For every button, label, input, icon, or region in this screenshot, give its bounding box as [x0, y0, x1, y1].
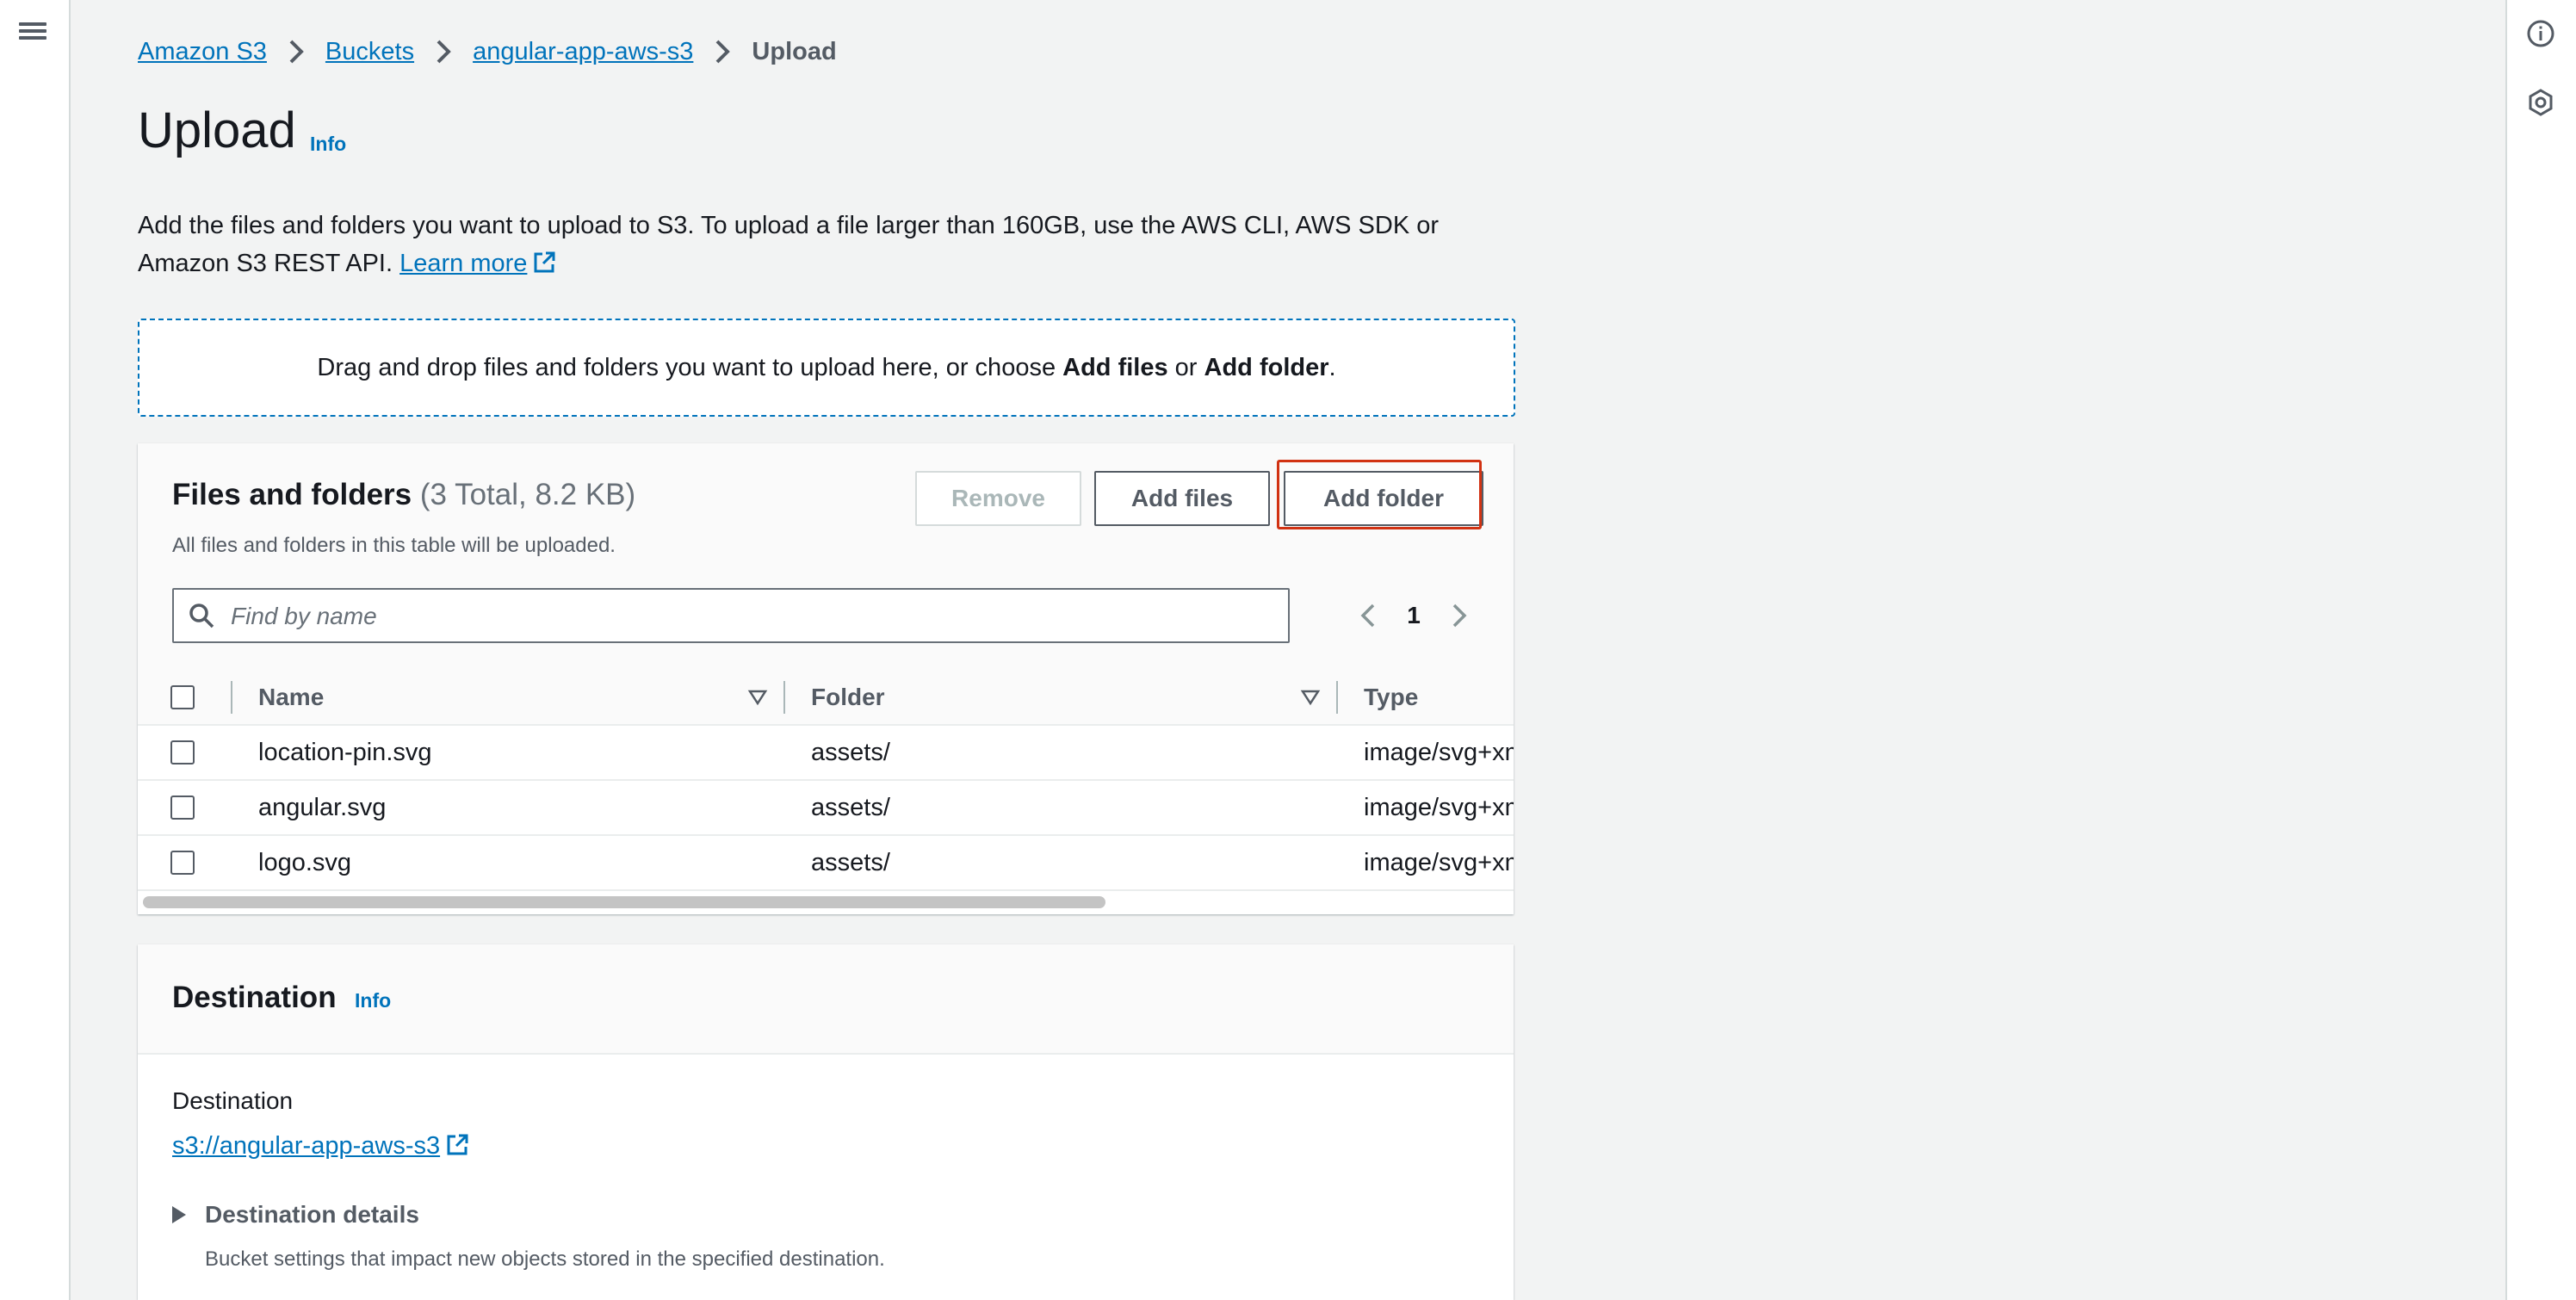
add-files-button[interactable]: Add files: [1094, 471, 1270, 526]
title-info-link[interactable]: Info: [310, 133, 346, 156]
chevron-left-icon[interactable]: [1350, 597, 1388, 635]
row-type: image/svg+xml: [1364, 848, 1514, 876]
destination-label: Destination: [172, 1087, 294, 1114]
files-panel-header: Files and folders (3 Total, 8.2 KB) All …: [138, 443, 1514, 672]
row-type: image/svg+xml: [1364, 738, 1514, 766]
learn-more-link[interactable]: Learn more: [399, 250, 556, 277]
learn-more-label: Learn more: [399, 250, 528, 277]
files-panel-description: All files and folders in this table will…: [172, 534, 616, 557]
table-row: angular.svg assets/ image/svg+xml: [138, 781, 1514, 836]
destination-link[interactable]: s3://angular-app-aws-s3: [172, 1132, 469, 1161]
row-type: image/svg+xml: [1364, 793, 1514, 821]
pagination: 1: [1350, 595, 1477, 636]
search-input[interactable]: [229, 597, 1266, 636]
dropzone-text-before: Drag and drop files and folders you want…: [317, 353, 1063, 381]
chevron-right-icon: [437, 40, 451, 64]
breadcrumb: Amazon S3 Buckets angular-app-aws-s3 Upl…: [138, 34, 837, 69]
search-box: [172, 588, 1290, 643]
column-name-header[interactable]: Name: [258, 671, 324, 724]
files-table: Name Folder Type location-pin.svg assets…: [138, 671, 1514, 903]
row-folder: assets/: [811, 738, 890, 766]
files-panel-count: (3 Total, 8.2 KB): [419, 478, 636, 511]
destination-link-text: s3://angular-app-aws-s3: [172, 1132, 441, 1160]
files-panel-title: Files and folders (3 Total, 8.2 KB): [172, 478, 635, 512]
dropzone-add-files: Add files: [1062, 353, 1168, 381]
column-divider: [231, 681, 232, 714]
table-header: Name Folder Type: [138, 671, 1514, 726]
right-rail: [2505, 0, 2576, 1300]
chevron-right-icon[interactable]: [1440, 597, 1477, 635]
row-name: location-pin.svg: [258, 738, 432, 766]
column-type-header[interactable]: Type: [1364, 671, 1418, 724]
destination-info-link[interactable]: Info: [355, 989, 391, 1012]
destination-panel: Destination Info Destination s3://angula…: [138, 944, 1514, 1300]
destination-panel-header: Destination Info: [138, 944, 1514, 1055]
menu-icon[interactable]: [19, 19, 46, 46]
left-rail: [0, 0, 71, 1300]
table-row: location-pin.svg assets/ image/svg+xml: [138, 726, 1514, 781]
files-panel-title-text: Files and folders: [172, 478, 412, 511]
external-link-icon: [534, 251, 555, 273]
dropzone-add-folder: Add folder: [1204, 353, 1329, 381]
breadcrumb-amazon-s3[interactable]: Amazon S3: [138, 38, 267, 66]
row-name: logo.svg: [258, 848, 352, 876]
dropzone-text: Drag and drop files and folders you want…: [317, 354, 1335, 382]
destination-title: Destination: [172, 981, 337, 1014]
dropzone-or: or: [1167, 353, 1204, 381]
select-all-checkbox[interactable]: [170, 685, 195, 709]
external-link-icon: [447, 1134, 468, 1155]
search-icon: [189, 604, 214, 628]
table-row: logo.svg assets/ image/svg+xml: [138, 836, 1514, 891]
remove-button[interactable]: Remove: [915, 471, 1081, 526]
chevron-right-icon: [289, 40, 304, 64]
row-name: angular.svg: [258, 793, 387, 821]
settings-icon[interactable]: [2526, 88, 2555, 117]
chevron-right-icon: [715, 40, 731, 64]
dropzone-period: .: [1328, 353, 1336, 381]
breadcrumb-current: Upload: [752, 37, 837, 65]
horizontal-scrollbar[interactable]: [143, 896, 1105, 908]
sort-icon[interactable]: [747, 687, 768, 708]
page-number[interactable]: 1: [1388, 602, 1440, 629]
breadcrumb-buckets[interactable]: Buckets: [325, 38, 414, 66]
breadcrumb-bucket[interactable]: angular-app-aws-s3: [473, 38, 693, 66]
page-title: Upload: [138, 102, 296, 158]
destination-details-description: Bucket settings that impact new objects …: [205, 1247, 885, 1271]
caret-right-icon: [172, 1206, 186, 1223]
info-circle-icon[interactable]: [2526, 19, 2555, 48]
column-divider[interactable]: [1336, 681, 1338, 714]
row-folder: assets/: [811, 848, 890, 876]
add-folder-button[interactable]: Add folder: [1284, 471, 1483, 526]
destination-details-title: Destination details: [205, 1201, 419, 1228]
row-checkbox[interactable]: [170, 795, 195, 820]
destination-details-toggle[interactable]: Destination details: [172, 1201, 419, 1229]
intro-text: Add the files and folders you want to up…: [138, 207, 1533, 282]
files-and-folders-panel: Files and folders (3 Total, 8.2 KB) All …: [138, 443, 1514, 914]
column-folder-header[interactable]: Folder: [811, 671, 885, 724]
intro-description: Add the files and folders you want to up…: [138, 212, 1440, 277]
column-divider[interactable]: [783, 681, 785, 714]
row-checkbox[interactable]: [170, 851, 195, 875]
upload-dropzone[interactable]: Drag and drop files and folders you want…: [138, 319, 1515, 417]
sort-icon[interactable]: [1300, 687, 1321, 708]
row-checkbox[interactable]: [170, 740, 195, 765]
row-folder: assets/: [811, 793, 890, 821]
